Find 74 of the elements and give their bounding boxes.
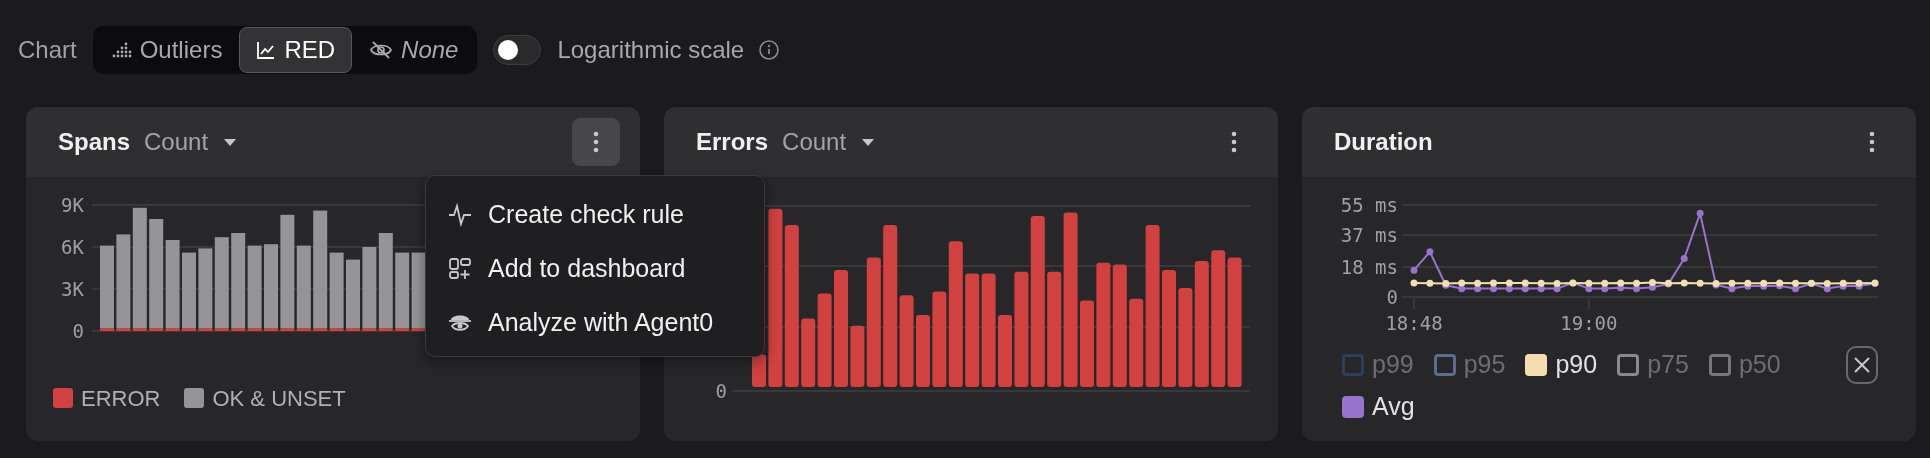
axis-label: 37 ms <box>1340 224 1398 247</box>
chart-label: Chart <box>18 35 77 65</box>
mode-tab[interactable]: RED <box>239 27 353 73</box>
mode-tab[interactable]: Outliers <box>94 27 240 73</box>
close-button[interactable] <box>1846 346 1878 384</box>
axis-label: 6K <box>61 236 84 258</box>
point <box>1474 279 1482 287</box>
point <box>1426 248 1434 256</box>
bar <box>916 315 930 387</box>
log-scale-label: Logarithmic scale <box>557 35 745 65</box>
point <box>1728 279 1736 287</box>
point <box>1489 279 1497 287</box>
legend-item[interactable]: p90 <box>1525 351 1598 379</box>
dot-plot-icon <box>111 40 132 60</box>
point <box>1521 279 1529 287</box>
point <box>1601 279 1609 287</box>
point <box>1410 279 1418 287</box>
line-chart-icon <box>256 40 277 60</box>
panel-title: Duration <box>1334 127 1433 157</box>
axis-label: 9K <box>61 194 84 216</box>
point <box>1696 209 1704 217</box>
axis-label: 0 <box>72 320 84 342</box>
point <box>1537 279 1545 287</box>
bar <box>752 354 766 387</box>
mode-tab[interactable]: None <box>352 27 476 73</box>
point <box>1410 266 1418 274</box>
point <box>1617 279 1625 287</box>
axis-label: 18:48 <box>1385 312 1443 334</box>
point <box>1633 279 1641 287</box>
axis-label: 3K <box>61 278 84 300</box>
point <box>1426 279 1434 287</box>
caret-icon <box>862 138 875 146</box>
more-button[interactable] <box>572 118 620 166</box>
point <box>1680 279 1688 287</box>
point <box>1505 285 1513 293</box>
point <box>1521 285 1529 293</box>
point <box>1458 285 1466 293</box>
kebab-icon <box>1231 131 1237 153</box>
point <box>1505 279 1513 287</box>
legend-label: ERROR <box>81 384 161 413</box>
axis-label: 55 ms <box>1340 194 1398 216</box>
eye-off-icon <box>369 40 394 60</box>
point <box>1553 280 1561 288</box>
kebab-icon <box>593 131 599 153</box>
point <box>1489 285 1497 293</box>
point <box>1585 279 1593 287</box>
point <box>1458 279 1466 287</box>
menu-item[interactable]: Analyze with Agent0 <box>426 296 764 350</box>
point <box>1823 280 1831 288</box>
axis-label: 19:00 <box>1560 312 1618 334</box>
caret-icon <box>224 138 237 146</box>
panel-title: Spans <box>58 127 131 157</box>
axis-label: 18 ms <box>1340 255 1398 278</box>
grid-plus-icon <box>448 257 472 281</box>
metric-dropdown[interactable]: Count <box>144 124 237 160</box>
axis-label: 0 <box>715 380 727 402</box>
metric-dropdown[interactable]: Count <box>782 124 875 160</box>
legend-label: OK & UNSET <box>212 384 346 413</box>
bar <box>998 315 1012 387</box>
point <box>1648 279 1656 287</box>
close-icon <box>1854 357 1870 373</box>
point <box>1792 279 1800 287</box>
info-icon <box>758 39 781 61</box>
log-scale-toggle[interactable] <box>493 35 542 65</box>
point <box>1696 279 1704 287</box>
point <box>1680 255 1688 263</box>
panel-title: Errors <box>696 127 769 157</box>
axis-label: 0 <box>1386 286 1398 308</box>
bar <box>801 318 816 387</box>
legend-item[interactable]: Avg <box>1342 393 1415 421</box>
kebab-icon <box>1869 131 1875 153</box>
pulse-icon <box>448 203 472 227</box>
menu-item[interactable]: Create check rule <box>426 188 764 242</box>
menu-item[interactable]: Add to dashboard <box>426 242 764 296</box>
